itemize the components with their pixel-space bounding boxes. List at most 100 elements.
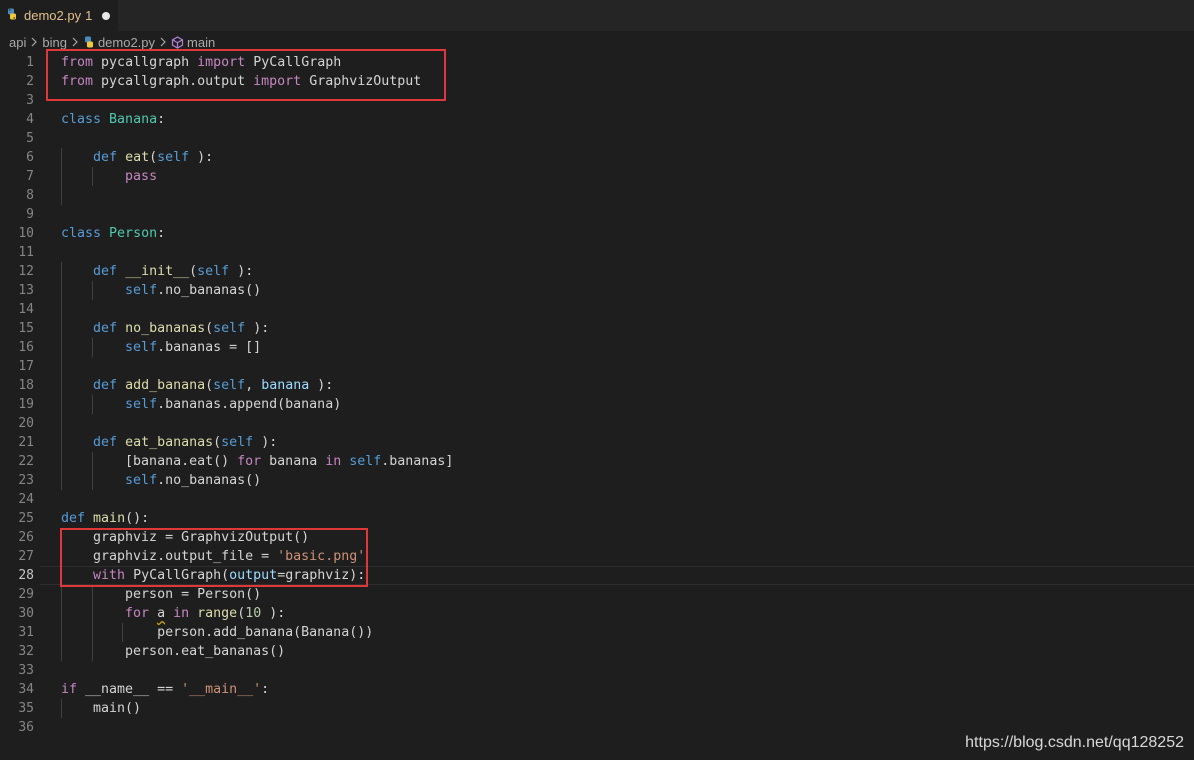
code-token: :: [157, 112, 166, 127]
line-number[interactable]: 36: [0, 718, 40, 737]
line-number[interactable]: 27: [0, 547, 40, 566]
line-number[interactable]: 2: [0, 72, 40, 91]
code-line[interactable]: pass: [61, 167, 453, 186]
unsaved-dot-icon[interactable]: [102, 11, 111, 20]
code-token: person.add_banana(Banana()): [61, 625, 374, 640]
code-line[interactable]: [61, 205, 453, 224]
code-line[interactable]: class Banana:: [61, 110, 453, 129]
code-line[interactable]: [61, 490, 453, 509]
line-number[interactable]: 23: [0, 471, 40, 490]
line-number[interactable]: 13: [0, 281, 40, 300]
line-number[interactable]: 14: [0, 300, 40, 319]
line-number[interactable]: 25: [0, 509, 40, 528]
code-line[interactable]: person.eat_bananas(): [61, 642, 453, 661]
code-token: ():: [125, 511, 150, 526]
line-number[interactable]: 15: [0, 319, 40, 338]
code-token: 10: [245, 606, 262, 621]
line-number[interactable]: 7: [0, 167, 40, 186]
code-line[interactable]: def no_bananas(self ):: [61, 319, 453, 338]
code-line[interactable]: self.no_bananas(): [61, 281, 453, 300]
breadcrumb-folder-api[interactable]: api: [9, 35, 26, 50]
code-line[interactable]: person = Person(): [61, 585, 453, 604]
code-editor[interactable]: 1 2 3 4 5 6 7 8 9 10 11 12 13 14 15 16 17 18 19 20 21 22 23 24 2…: [0, 53, 1194, 753]
code-line[interactable]: [61, 129, 453, 148]
code-line[interactable]: [61, 414, 453, 433]
line-number[interactable]: 12: [0, 262, 40, 281]
line-number[interactable]: 29: [0, 585, 40, 604]
line-number[interactable]: 11: [0, 243, 40, 262]
code-line[interactable]: for a in range(10 ):: [61, 604, 453, 623]
code-token: :: [157, 226, 166, 241]
line-number[interactable]: 19: [0, 395, 40, 414]
line-number[interactable]: 35: [0, 699, 40, 718]
code-line[interactable]: [banana.eat() for banana in self.bananas…: [61, 452, 453, 471]
line-number[interactable]: 34: [0, 680, 40, 699]
code-line[interactable]: person.add_banana(Banana()): [61, 623, 453, 642]
code-line[interactable]: [61, 243, 453, 262]
code-token: .no_bananas(): [157, 473, 262, 488]
breadcrumb-file[interactable]: demo2.py: [98, 35, 155, 50]
tab-demo2-py[interactable]: demo2.py 1: [0, 0, 118, 31]
code-line[interactable]: [61, 357, 453, 376]
line-number[interactable]: 10: [0, 224, 40, 243]
line-number[interactable]: 9: [0, 205, 40, 224]
line-number[interactable]: 17: [0, 357, 40, 376]
code-line[interactable]: def main():: [61, 509, 453, 528]
line-number[interactable]: 3: [0, 91, 40, 110]
line-number[interactable]: 26: [0, 528, 40, 547]
line-number[interactable]: 33: [0, 661, 40, 680]
line-number[interactable]: 16: [0, 338, 40, 357]
line-number[interactable]: 6: [0, 148, 40, 167]
line-number[interactable]: 18: [0, 376, 40, 395]
line-number[interactable]: 5: [0, 129, 40, 148]
line-number-gutter[interactable]: 1 2 3 4 5 6 7 8 9 10 11 12 13 14 15 16 17 18 19 20 21 22 23 24 2…: [0, 53, 40, 737]
code-token: .bananas = []: [157, 340, 262, 355]
code-line[interactable]: def __init__(self ):: [61, 262, 453, 281]
code-token: self: [213, 321, 246, 336]
line-number[interactable]: 8: [0, 186, 40, 205]
line-number[interactable]: 32: [0, 642, 40, 661]
line-number[interactable]: 20: [0, 414, 40, 433]
line-number[interactable]: 31: [0, 623, 40, 642]
code-line[interactable]: def eat_bananas(self ):: [61, 433, 453, 452]
line-number[interactable]: 4: [0, 110, 40, 129]
code-token: .bananas.append(banana): [157, 397, 342, 412]
chevron-right-icon: [159, 37, 167, 47]
tab-filename: demo2.py: [24, 8, 82, 23]
code-token: (: [149, 150, 158, 165]
code-content[interactable]: from pycallgraph import PyCallGraph from …: [61, 53, 453, 737]
code-token: self: [213, 378, 246, 393]
code-line[interactable]: self.bananas = []: [61, 338, 453, 357]
line-number[interactable]: 24: [0, 490, 40, 509]
line-number[interactable]: 22: [0, 452, 40, 471]
code-line[interactable]: self.no_bananas(): [61, 471, 453, 490]
code-line[interactable]: [61, 300, 453, 319]
code-line[interactable]: if __name__ == '__main__':: [61, 680, 453, 699]
breadcrumb-symbol[interactable]: main: [187, 35, 215, 50]
code-line[interactable]: [61, 661, 453, 680]
line-number[interactable]: 21: [0, 433, 40, 452]
line-number[interactable]: 1: [0, 53, 40, 72]
code-line[interactable]: main(): [61, 699, 453, 718]
code-token: class: [61, 112, 102, 127]
line-number[interactable]: 28: [0, 566, 40, 585]
code-token: person = Person(): [61, 587, 262, 602]
python-file-icon: [83, 36, 95, 48]
code-line[interactable]: def eat(self ):: [61, 148, 453, 167]
code-token: self: [125, 473, 158, 488]
code-token: (: [213, 435, 222, 450]
code-line[interactable]: def add_banana(self, banana ):: [61, 376, 453, 395]
code-line[interactable]: self.bananas.append(banana): [61, 395, 453, 414]
code-token: .bananas]: [381, 454, 454, 469]
line-number[interactable]: 30: [0, 604, 40, 623]
code-token: Person: [109, 226, 158, 241]
code-line[interactable]: [61, 186, 453, 205]
code-token: (: [237, 606, 246, 621]
code-line[interactable]: class Person:: [61, 224, 453, 243]
breadcrumb-folder-bing[interactable]: bing: [42, 35, 67, 50]
code-line[interactable]: [61, 718, 453, 737]
